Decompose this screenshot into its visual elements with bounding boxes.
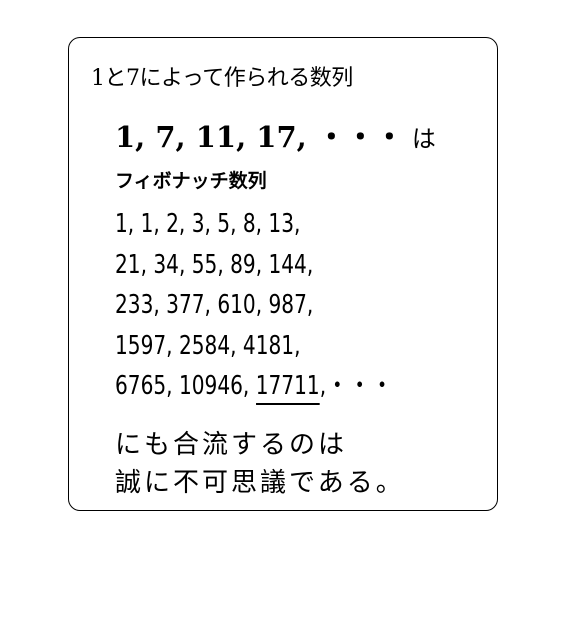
sequence-values: 1, 7, 11, 17, ・・・ (115, 120, 404, 154)
closing-line: にも合流するのは (115, 430, 348, 460)
sequence-particle: は (411, 125, 436, 153)
sequence-line: 1, 7, 11, 17, ・・・は (115, 114, 436, 156)
fibonacci-line: 233, 377, 610, 987, (115, 290, 314, 320)
fibonacci-title: フィボナッチ数列 (115, 170, 267, 192)
fibonacci-line: 21, 34, 55, 89, 144, (115, 249, 314, 280)
highlighted-number: 17711 (255, 371, 320, 405)
fibonacci-line: 1, 1, 2, 3, 5, 8, 13, (115, 209, 301, 239)
last-line-suffix: ,・・・ (319, 371, 394, 401)
fibonacci-line-last: 6765, 10946, 17711,・・・ (115, 366, 393, 407)
closing-text: にも合流するのは 誠に不可思議である。 (115, 426, 405, 502)
closing-line: 誠に不可思議である。 (115, 468, 405, 498)
fibonacci-list: 1, 1, 2, 3, 5, 8, 13, 21, 34, 55, 89, 14… (115, 204, 393, 407)
card-title: 1と7によって作られる数列 (91, 66, 353, 91)
fibonacci-line: 1597, 2584, 4181, (115, 330, 301, 361)
last-line-prefix: 6765, 10946, (115, 371, 256, 401)
note-card: 1と7によって作られる数列 1, 7, 11, 17, ・・・は フィボナッチ数… (68, 37, 498, 511)
